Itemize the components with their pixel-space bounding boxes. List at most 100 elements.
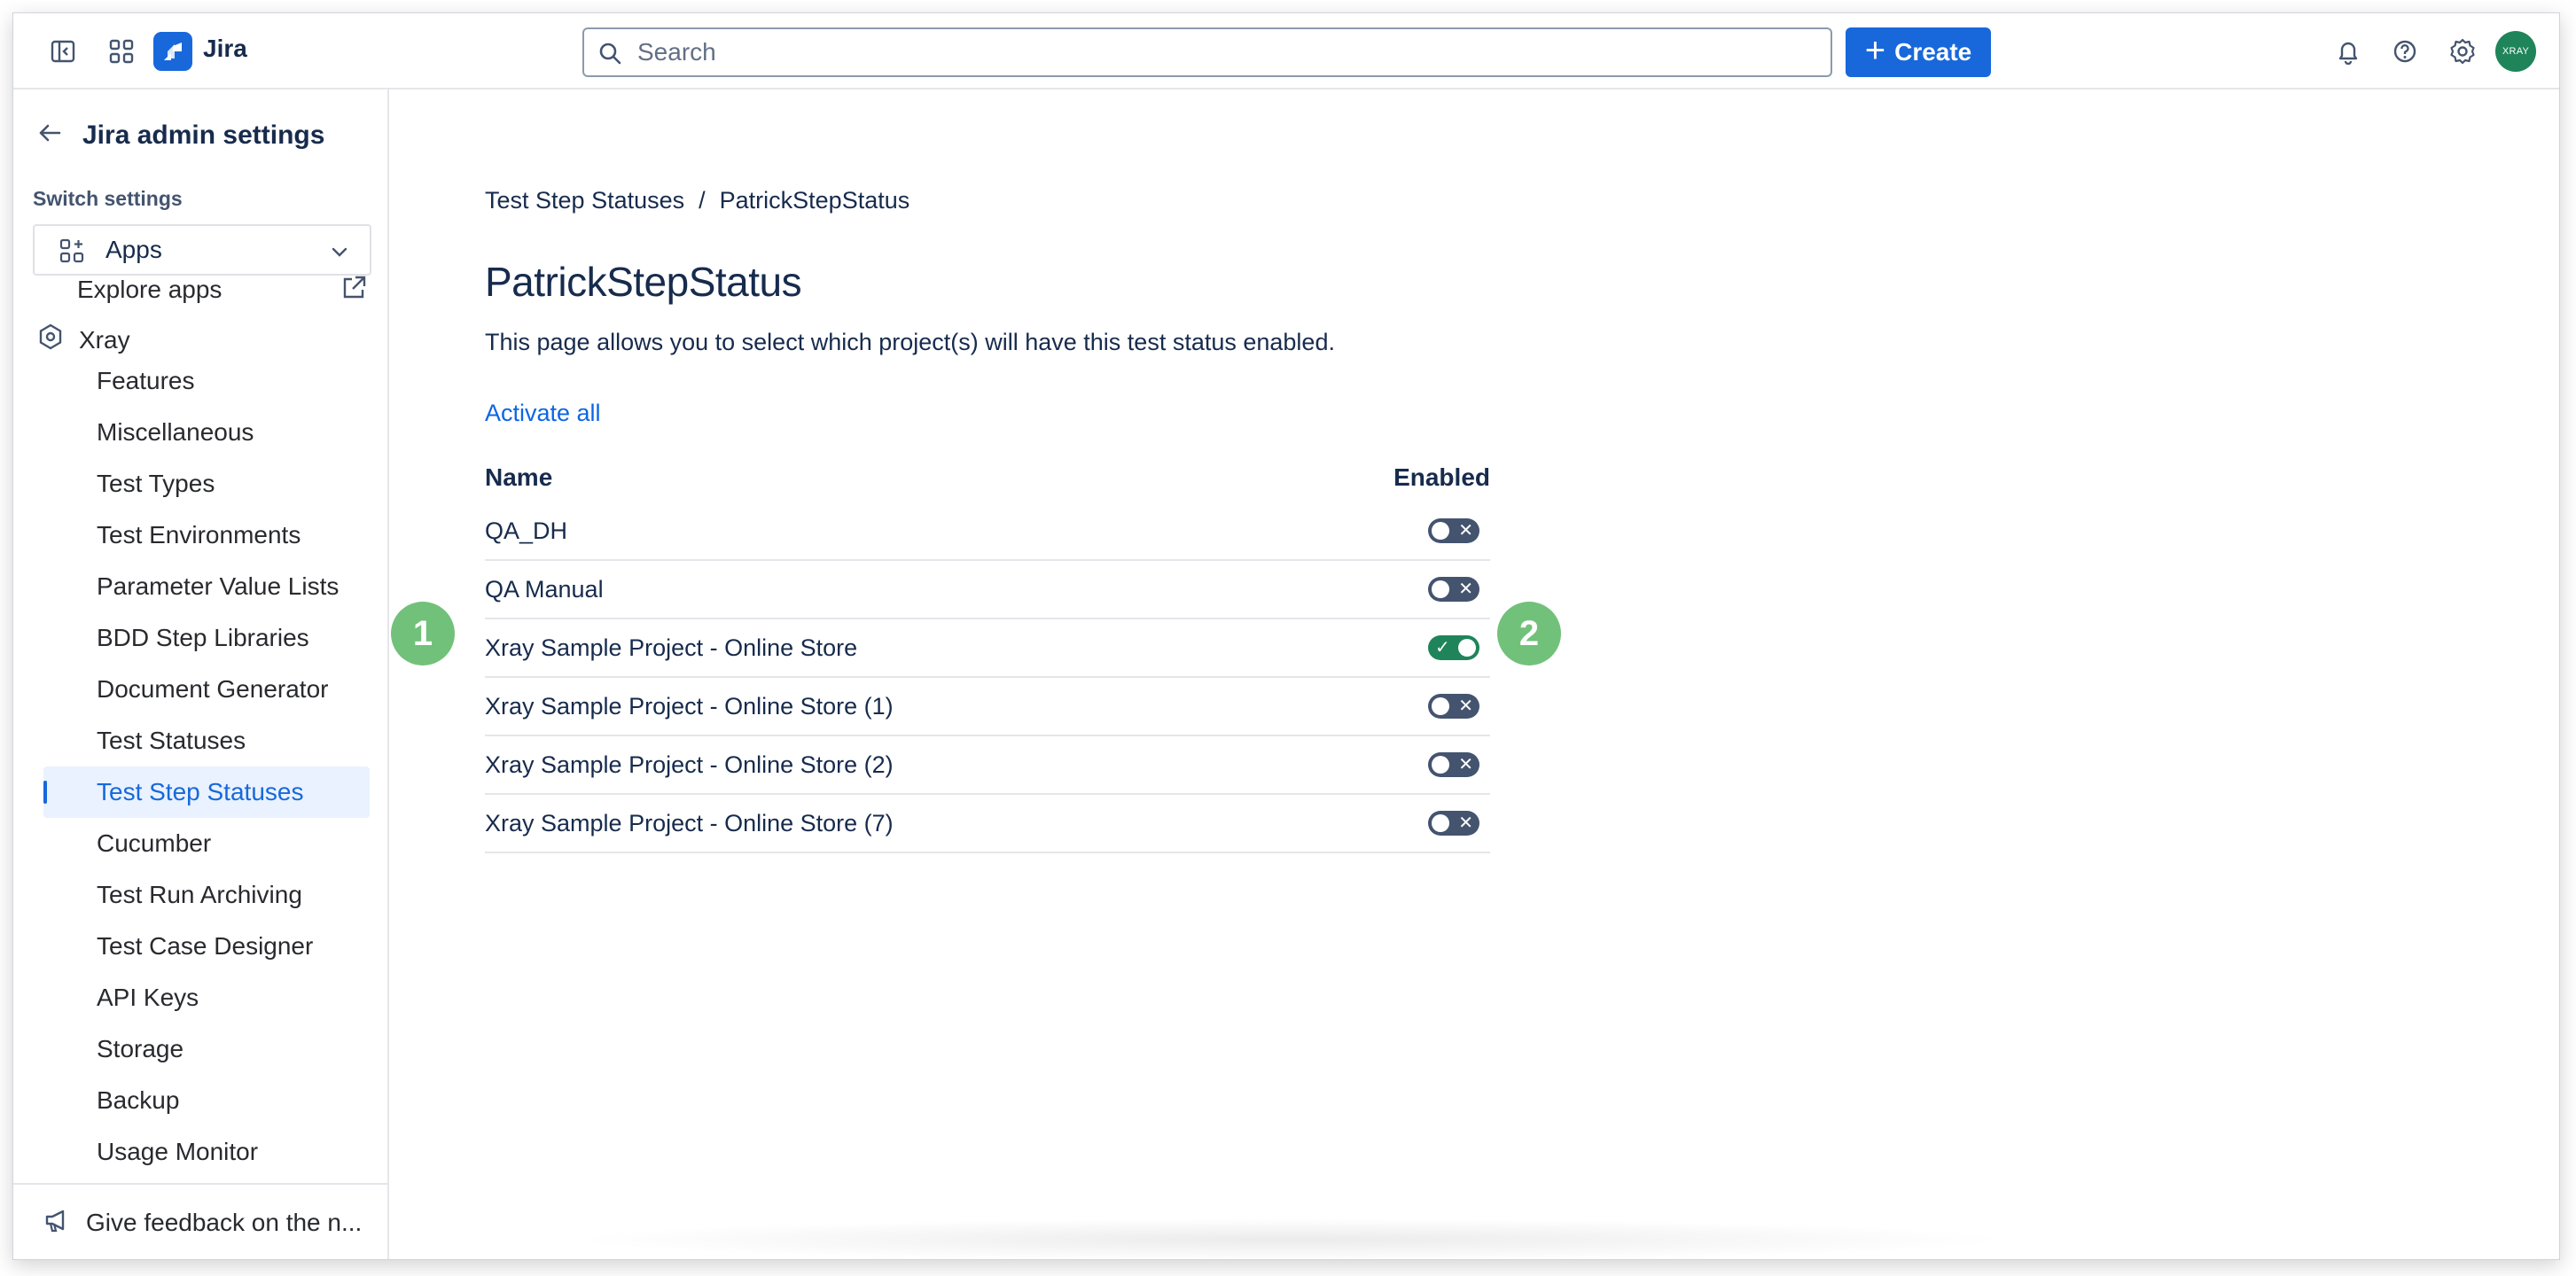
megaphone-icon (43, 1206, 72, 1241)
sidebar-item-miscellaneous[interactable]: Miscellaneous (13, 407, 389, 458)
sidebar-item-bdd-step-libraries[interactable]: BDD Step Libraries (13, 612, 389, 664)
app-switcher-icon[interactable] (104, 34, 139, 69)
sidebar-item-label: API Keys (97, 984, 199, 1011)
project-name: QA_DH (485, 517, 568, 544)
sidebar-item-features[interactable]: Features (13, 355, 389, 407)
sidebar-item-test-case-designer[interactable]: Test Case Designer (13, 921, 389, 972)
bell-icon[interactable] (2330, 34, 2366, 69)
create-button-label: Create (1894, 38, 1972, 66)
sidebar-title: Jira admin settings (82, 120, 325, 150)
table-row: QA_DH ✕ (485, 502, 1490, 561)
plus-icon: + (1864, 31, 1886, 70)
enabled-toggle[interactable]: ✕ (1428, 811, 1479, 836)
table-row: QA Manual ✕ (485, 561, 1490, 619)
project-name: QA Manual (485, 575, 604, 603)
sidebar-item-label: Features (97, 367, 195, 394)
back-to-settings[interactable]: Jira admin settings (36, 120, 324, 151)
breadcrumb: Test Step Statuses / PatrickStepStatus (485, 187, 909, 214)
projects-table: Name Enabled QA_DH ✕ QA Manual ✕ Xray Sa… (485, 453, 1490, 853)
bottom-shadow (563, 1218, 2017, 1259)
sidebar-item-label: Parameter Value Lists (97, 572, 340, 600)
sidebar-item-label: Usage Monitor (97, 1138, 259, 1165)
sidebar-item-label: Test Run Archiving (97, 881, 302, 908)
xray-nav-list: Features Miscellaneous Test Types Test E… (13, 355, 389, 1178)
sidebar-item-xray[interactable]: Xray (38, 323, 130, 356)
cross-icon: ✕ (1458, 813, 1473, 833)
enabled-toggle[interactable]: ✕ (1428, 577, 1479, 602)
sidebar-item-label: Test Types (97, 470, 215, 497)
search-placeholder: Search (637, 38, 716, 66)
settings-icon[interactable] (2445, 34, 2480, 69)
sidebar-item-cucumber[interactable]: Cucumber (13, 818, 389, 869)
feedback-label: Give feedback on the n... (86, 1209, 363, 1236)
sidebar-item-test-run-archiving[interactable]: Test Run Archiving (13, 869, 389, 921)
page-title: PatrickStepStatus (485, 259, 802, 305)
table-row: Xray Sample Project - Online Store (7) ✕ (485, 795, 1490, 853)
arrow-left-icon[interactable] (36, 120, 63, 151)
table-row: Xray Sample Project - Online Store ✓ (485, 619, 1490, 678)
sidebar-item-label: Test Step Statuses (97, 778, 304, 805)
enabled-toggle[interactable]: ✓ (1428, 635, 1479, 660)
project-name: Xray Sample Project - Online Store (2) (485, 751, 894, 778)
explore-apps-label: Explore apps (77, 276, 222, 303)
breadcrumb-item-test-step-statuses[interactable]: Test Step Statuses (485, 187, 684, 214)
sidebar-item-label: Document Generator (97, 675, 329, 703)
sidebar-item-api-keys[interactable]: API Keys (13, 972, 389, 1023)
chevron-down-icon (329, 240, 350, 268)
cross-icon: ✕ (1458, 521, 1473, 541)
main-content: Test Step Statuses / PatrickStepStatus P… (391, 89, 2559, 1259)
sidebar-item-label: Storage (97, 1035, 184, 1062)
sidebar-item-test-environments[interactable]: Test Environments (13, 510, 389, 561)
table-header: Name Enabled (485, 453, 1490, 502)
app-name[interactable]: Jira (203, 35, 247, 63)
callout-badge-1: 1 (391, 602, 455, 665)
sidebar-item-test-statuses[interactable]: Test Statuses (13, 715, 389, 766)
breadcrumb-separator: / (699, 187, 706, 214)
explore-apps-link[interactable]: Explore apps (77, 276, 379, 304)
apps-icon (59, 238, 84, 269)
top-navigation: Jira Search + Create XRAY (13, 13, 2559, 89)
sidebar-item-label: BDD Step Libraries (97, 624, 309, 651)
cross-icon: ✕ (1458, 696, 1473, 716)
create-button[interactable]: + Create (1846, 27, 1991, 77)
help-icon[interactable] (2387, 34, 2423, 69)
callout-badge-2: 2 (1497, 602, 1561, 665)
check-icon: ✓ (1435, 638, 1450, 657)
sidebar-item-label: Cucumber (97, 829, 212, 857)
enabled-toggle[interactable]: ✕ (1428, 694, 1479, 719)
search-icon (597, 40, 623, 73)
sidebar-item-label: Miscellaneous (97, 418, 254, 446)
sidebar-item-storage[interactable]: Storage (13, 1023, 389, 1075)
jira-logo-icon[interactable] (153, 32, 192, 71)
cross-icon: ✕ (1458, 755, 1473, 774)
sidebar-item-backup[interactable]: Backup (13, 1075, 389, 1126)
avatar[interactable]: XRAY (2495, 31, 2536, 72)
table-row: Xray Sample Project - Online Store (2) ✕ (485, 736, 1490, 795)
external-link-icon (340, 274, 368, 308)
settings-select-value: Apps (105, 236, 162, 263)
enabled-toggle[interactable]: ✕ (1428, 518, 1479, 543)
app-window: Jira Search + Create XRAY Jira admin set… (12, 12, 2560, 1260)
sidebar-item-document-generator[interactable]: Document Generator (13, 664, 389, 715)
project-name: Xray Sample Project - Online Store (1) (485, 692, 894, 720)
table-row: Xray Sample Project - Online Store (1) ✕ (485, 678, 1490, 736)
enabled-toggle[interactable]: ✕ (1428, 752, 1479, 777)
sidebar-item-label: Test Case Designer (97, 932, 314, 960)
activate-all-link[interactable]: Activate all (485, 400, 601, 427)
settings-select[interactable]: Apps (33, 224, 371, 276)
sidebar-toggle-icon[interactable] (45, 34, 81, 69)
page-description: This page allows you to select which pro… (485, 329, 1335, 355)
sidebar-item-usage-monitor[interactable]: Usage Monitor (13, 1126, 389, 1178)
search-input[interactable]: Search (582, 27, 1832, 77)
sidebar-item-label: Xray (79, 325, 130, 354)
sidebar-item-parameter-value-lists[interactable]: Parameter Value Lists (13, 561, 389, 612)
column-header-enabled: Enabled (1393, 463, 1490, 491)
project-name: Xray Sample Project - Online Store (485, 634, 858, 661)
give-feedback-button[interactable]: Give feedback on the n... (13, 1183, 387, 1259)
sidebar-item-test-types[interactable]: Test Types (13, 458, 389, 510)
sidebar-item-label: Backup (97, 1086, 180, 1114)
sidebar: Jira admin settings Switch settings Apps… (13, 89, 389, 1259)
column-header-name: Name (485, 463, 553, 491)
sidebar-item-test-step-statuses[interactable]: Test Step Statuses (43, 766, 370, 818)
breadcrumb-item-current[interactable]: PatrickStepStatus (720, 187, 910, 214)
